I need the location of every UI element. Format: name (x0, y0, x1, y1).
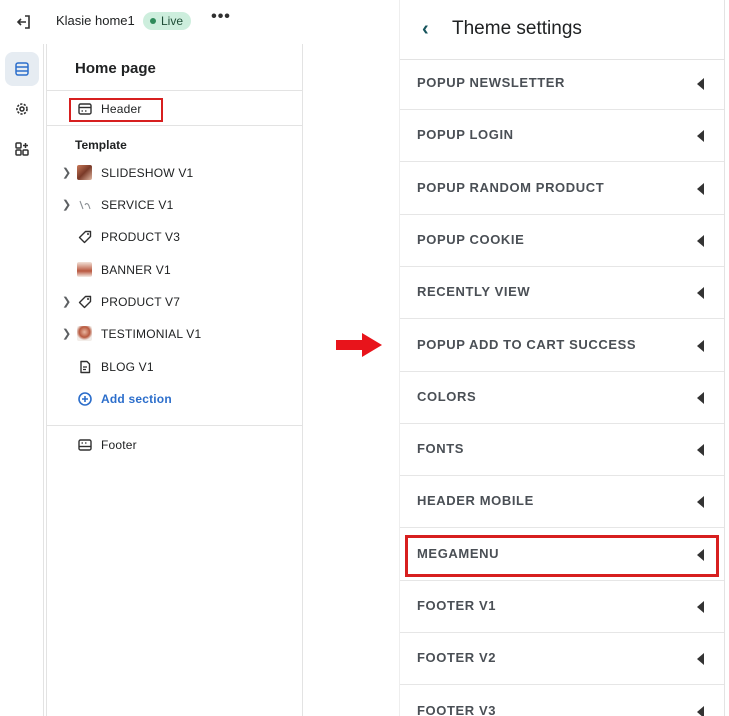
section-label: PRODUCT V7 (101, 295, 181, 309)
theme-setting-item-footer-v1[interactable]: FOOTER V1 (400, 581, 724, 633)
theme-setting-item-colors[interactable]: COLORS (400, 372, 724, 424)
section-label: BANNER V1 (101, 263, 171, 277)
editor-topbar: Klasie home1 Live ••• (0, 0, 310, 44)
status-dot (150, 18, 156, 24)
add-section-button[interactable]: Add section (47, 385, 304, 413)
tag-icon (78, 295, 92, 309)
section-label: PRODUCT V3 (101, 230, 181, 244)
section-label: SERVICE V1 (101, 198, 174, 212)
more-actions-button[interactable]: ••• (210, 9, 232, 30)
theme-setting-item-popup-login[interactable]: POPUP LOGIN (400, 110, 724, 162)
header-highlight-box (69, 98, 163, 122)
section-item-banner-v1[interactable]: BANNER V1 (47, 256, 304, 284)
status-text: Live (161, 14, 184, 28)
theme-settings-panel: ‹ Theme settings POPUP NEWSLETTER POPUP L… (399, 0, 725, 716)
chevron-right-icon[interactable]: ❯ (62, 198, 71, 211)
expand-triangle-icon[interactable] (697, 235, 704, 247)
page-title: Home page (75, 60, 156, 77)
template-heading: Template (75, 138, 127, 152)
theme-setting-label: HEADER MOBILE (417, 493, 534, 508)
expand-triangle-icon[interactable] (697, 287, 704, 299)
theme-settings-header: ‹ Theme settings (400, 0, 724, 60)
theme-setting-label: POPUP ADD TO CART SUCCESS (417, 337, 637, 352)
slideshow-thumbnail (77, 165, 92, 180)
expand-triangle-icon[interactable] (697, 601, 704, 613)
testimonial-thumbnail (77, 326, 92, 341)
exit-icon[interactable] (14, 12, 34, 32)
theme-setting-label: FOOTER V1 (417, 598, 497, 613)
footer-label: Footer (101, 438, 137, 452)
expand-triangle-icon[interactable] (697, 130, 704, 142)
chevron-right-icon[interactable]: ❯ (62, 327, 71, 340)
theme-setting-item-footer-v2[interactable]: FOOTER V2 (400, 633, 724, 685)
divider (47, 425, 302, 426)
footer-icon (78, 439, 92, 451)
expand-triangle-icon[interactable] (697, 496, 704, 508)
theme-setting-label: FOOTER V2 (417, 650, 497, 665)
expand-triangle-icon[interactable] (697, 444, 704, 456)
expand-triangle-icon[interactable] (697, 392, 704, 404)
back-arrow-icon[interactable]: ‹ (422, 18, 436, 40)
theme-setting-label: POPUP NEWSLETTER (417, 75, 566, 90)
theme-setting-item-header-mobile[interactable]: HEADER MOBILE (400, 476, 724, 528)
expand-triangle-icon[interactable] (697, 653, 704, 665)
theme-setting-label: COLORS (417, 389, 477, 404)
section-item-blog-v1[interactable]: BLOG V1 (47, 353, 304, 381)
theme-setting-label: POPUP LOGIN (417, 127, 514, 142)
expand-triangle-icon[interactable] (697, 183, 704, 195)
editor-sidebar-rail (0, 44, 44, 716)
theme-setting-item-popup-cookie[interactable]: POPUP COOKIE (400, 215, 724, 267)
live-status-badge: Live (143, 12, 192, 30)
expand-triangle-icon[interactable] (697, 78, 704, 90)
gear-icon (16, 103, 28, 115)
theme-setting-item-footer-v3[interactable]: FOOTER V3 (400, 686, 724, 716)
chevron-right-icon[interactable]: ❯ (62, 166, 71, 179)
section-item-testimonial-v1[interactable]: ❯ TESTIMONIAL V1 (47, 320, 304, 348)
theme-settings-nav-button[interactable] (5, 92, 39, 126)
theme-setting-item-popup-newsletter[interactable]: POPUP NEWSLETTER (400, 58, 724, 110)
theme-setting-label: POPUP RANDOM PRODUCT (417, 180, 605, 195)
chevron-right-icon[interactable]: ❯ (62, 295, 71, 308)
theme-setting-item-fonts[interactable]: FONTS (400, 424, 724, 476)
plus-circle-icon (78, 392, 92, 406)
section-item-slideshow-v1[interactable]: ❯ SLIDESHOW V1 (47, 159, 304, 187)
section-item-product-v7[interactable]: ❯ PRODUCT V7 (47, 288, 304, 316)
theme-setting-label: FOOTER V3 (417, 703, 497, 716)
divider (47, 90, 302, 91)
sections-nav-button[interactable] (5, 52, 39, 86)
sections-icon (15, 62, 29, 76)
theme-setting-label: FONTS (417, 441, 465, 456)
blog-icon (80, 360, 91, 374)
divider (47, 125, 302, 126)
theme-setting-label: RECENTLY VIEW (417, 284, 531, 299)
store-name: Klasie home1 (56, 13, 135, 28)
expand-triangle-icon[interactable] (697, 706, 704, 716)
tag-icon (78, 230, 92, 244)
sections-panel: Home page Header Template ❯ SLIDESHOW V1… (46, 44, 303, 716)
banner-thumbnail (77, 262, 92, 277)
theme-setting-item-popup-random-product[interactable]: POPUP RANDOM PRODUCT (400, 163, 724, 215)
add-section-label: Add section (101, 392, 172, 406)
service-thumbnail (79, 200, 91, 210)
section-label: BLOG V1 (101, 360, 154, 374)
footer-section-item[interactable]: Footer (47, 431, 304, 459)
section-label: SLIDESHOW V1 (101, 166, 194, 180)
section-label: TESTIMONIAL V1 (101, 327, 202, 341)
megamenu-highlight-box (405, 535, 719, 577)
expand-triangle-icon[interactable] (697, 340, 704, 352)
arrow-right-icon (336, 333, 382, 357)
theme-setting-item-popup-add-to-cart-success[interactable]: POPUP ADD TO CART SUCCESS (400, 320, 724, 372)
section-item-product-v3[interactable]: PRODUCT V3 (47, 223, 304, 251)
theme-settings-title: Theme settings (452, 18, 582, 39)
apps-nav-button[interactable] (5, 132, 39, 166)
apps-icon (15, 142, 29, 156)
theme-setting-item-recently-view[interactable]: RECENTLY VIEW (400, 267, 724, 319)
section-item-service-v1[interactable]: ❯ SERVICE V1 (47, 191, 304, 219)
theme-setting-label: POPUP COOKIE (417, 232, 525, 247)
